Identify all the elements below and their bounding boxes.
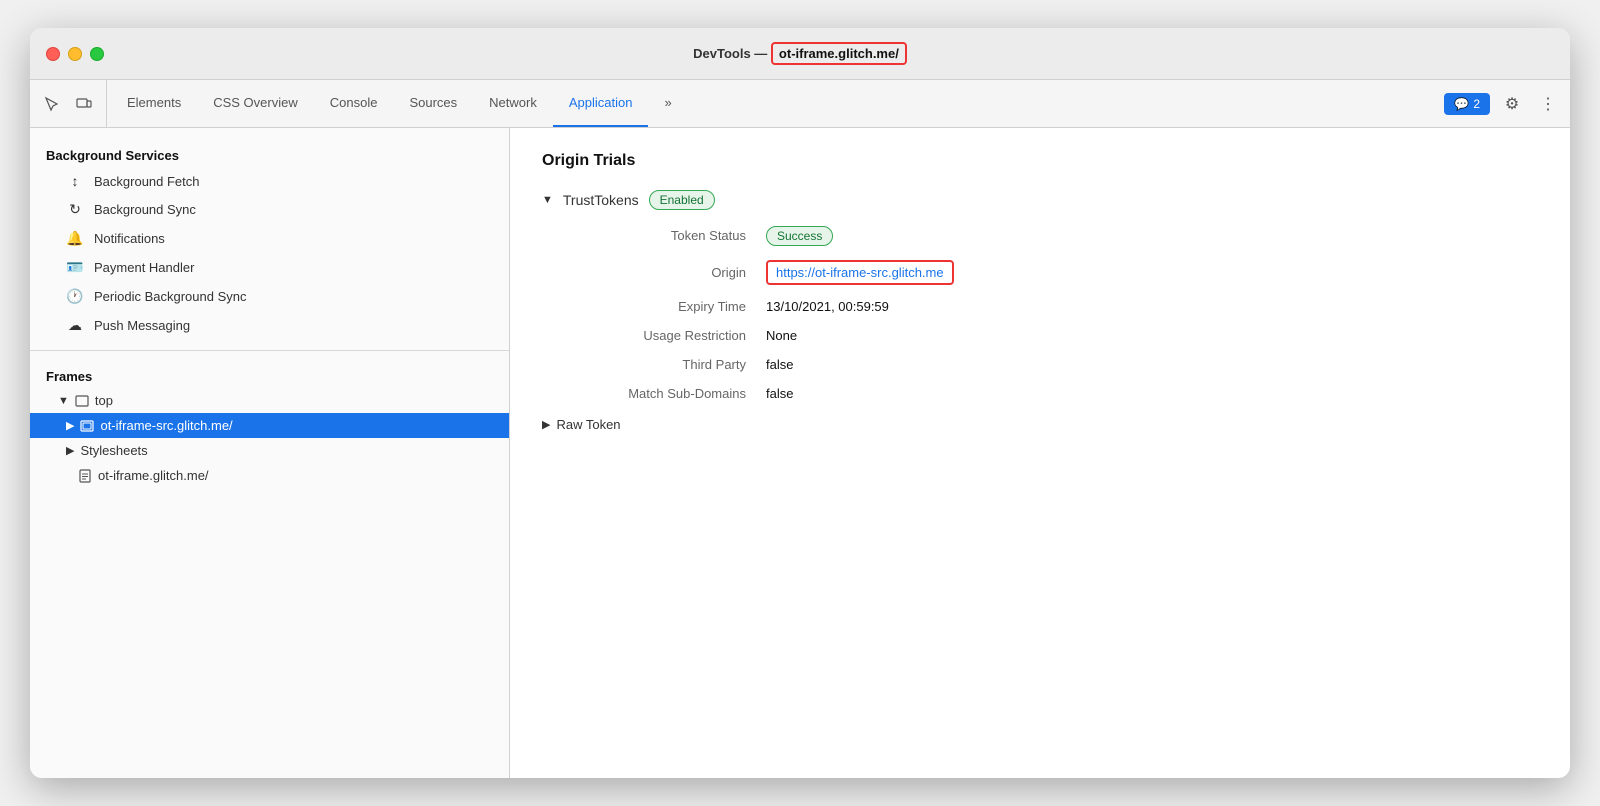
sidebar-item-bg-sync[interactable]: ↻ Background Sync — [30, 195, 509, 224]
frame-icon — [75, 394, 89, 408]
file-icon — [78, 469, 92, 483]
label-usage: Usage Restriction — [566, 328, 766, 343]
payment-handler-icon: 🪪 — [66, 259, 84, 276]
tab-application[interactable]: Application — [553, 80, 649, 127]
arrow-right-icon-2: ▶ — [66, 444, 74, 457]
frames-top[interactable]: ▼ top — [30, 388, 509, 413]
title-bar: DevTools — ot-iframe.glitch.me/ — [30, 28, 1570, 80]
tab-elements[interactable]: Elements — [111, 80, 197, 127]
value-expiry: 13/10/2021, 00:59:59 — [766, 299, 889, 314]
inspect-icon[interactable] — [38, 90, 66, 118]
sidebar-item-periodic-bg-sync[interactable]: 🕐 Periodic Background Sync — [30, 282, 509, 311]
detail-row-subdomains: Match Sub-Domains false — [566, 386, 1538, 401]
value-third-party: false — [766, 357, 793, 372]
detail-row-usage: Usage Restriction None — [566, 328, 1538, 343]
frames-item-stylesheets[interactable]: ▶ Stylesheets — [30, 438, 509, 463]
label-expiry: Expiry Time — [566, 299, 766, 314]
title-url: ot-iframe.glitch.me/ — [771, 42, 907, 65]
toolbar: Elements CSS Overview Console Sources Ne… — [30, 80, 1570, 128]
value-usage: None — [766, 328, 797, 343]
notifications-icon: 🔔 — [66, 230, 84, 247]
chat-button[interactable]: 💬 2 — [1444, 93, 1490, 115]
raw-token-label: Raw Token — [556, 417, 620, 432]
close-button[interactable] — [46, 47, 60, 61]
sidebar-item-bg-fetch[interactable]: ↕ Background Fetch — [30, 167, 509, 195]
iframe-icon — [80, 419, 94, 433]
sidebar-item-notifications[interactable]: 🔔 Notifications — [30, 224, 509, 253]
trial-section: ▼ TrustTokens Enabled Token Status Succe… — [542, 190, 1538, 432]
trial-name: TrustTokens — [563, 192, 639, 208]
trial-status-badge: Enabled — [649, 190, 715, 210]
arrow-down-icon: ▼ — [58, 395, 69, 407]
toolbar-icon-group — [38, 80, 107, 127]
frames-item-iframe-src[interactable]: ▶ ot-iframe-src.glitch.me/ — [30, 413, 509, 438]
value-subdomains: false — [766, 386, 793, 401]
bg-fetch-icon: ↕ — [66, 173, 84, 189]
minimize-button[interactable] — [68, 47, 82, 61]
trial-header: ▼ TrustTokens Enabled — [542, 190, 1538, 210]
raw-token-expand-icon: ▶ — [542, 418, 550, 431]
detail-row-expiry: Expiry Time 13/10/2021, 00:59:59 — [566, 299, 1538, 314]
trial-expand-icon[interactable]: ▼ — [542, 194, 553, 206]
content-panel: Origin Trials ▼ TrustTokens Enabled Toke… — [510, 128, 1570, 778]
arrow-right-icon: ▶ — [66, 419, 74, 432]
raw-token-row[interactable]: ▶ Raw Token — [542, 417, 1538, 432]
toolbar-right: 💬 2 ⚙ ⋮ — [1444, 80, 1562, 127]
frames-item-iframe-glitch[interactable]: ot-iframe.glitch.me/ — [30, 463, 509, 488]
sidebar-divider — [30, 350, 509, 351]
main-area: Background Services ↕ Background Fetch ↻… — [30, 128, 1570, 778]
maximize-button[interactable] — [90, 47, 104, 61]
tab-more[interactable]: » — [648, 80, 687, 127]
detail-row-origin: Origin https://ot-iframe-src.glitch.me — [566, 260, 1538, 285]
sidebar: Background Services ↕ Background Fetch ↻… — [30, 128, 510, 778]
more-icon[interactable]: ⋮ — [1534, 90, 1562, 118]
push-messaging-icon: ☁ — [66, 317, 84, 334]
title-bar-text: DevTools — ot-iframe.glitch.me/ — [693, 46, 907, 61]
bg-sync-icon: ↻ — [66, 201, 84, 218]
nav-tabs: Elements CSS Overview Console Sources Ne… — [111, 80, 688, 127]
detail-row-third-party: Third Party false — [566, 357, 1538, 372]
devtools-window: DevTools — ot-iframe.glitch.me/ Elements — [30, 28, 1570, 778]
tab-sources[interactable]: Sources — [393, 80, 473, 127]
detail-row-token-status: Token Status Success — [566, 226, 1538, 246]
frames-title: Frames — [30, 361, 509, 388]
settings-icon[interactable]: ⚙ — [1498, 90, 1526, 118]
value-token-status: Success — [766, 226, 833, 246]
tab-css-overview[interactable]: CSS Overview — [197, 80, 314, 127]
label-origin: Origin — [566, 265, 766, 280]
device-toggle-icon[interactable] — [70, 90, 98, 118]
tab-console[interactable]: Console — [314, 80, 394, 127]
label-third-party: Third Party — [566, 357, 766, 372]
label-subdomains: Match Sub-Domains — [566, 386, 766, 401]
detail-table: Token Status Success Origin https://ot-i… — [566, 226, 1538, 401]
label-token-status: Token Status — [566, 228, 766, 243]
traffic-lights — [46, 47, 104, 61]
sidebar-item-payment-handler[interactable]: 🪪 Payment Handler — [30, 253, 509, 282]
title-prefix: DevTools — — [693, 46, 771, 61]
periodic-bg-sync-icon: 🕐 — [66, 288, 84, 305]
sidebar-item-push-messaging[interactable]: ☁ Push Messaging — [30, 311, 509, 340]
value-origin: https://ot-iframe-src.glitch.me — [766, 260, 954, 285]
tab-network[interactable]: Network — [473, 80, 553, 127]
page-title: Origin Trials — [542, 152, 1538, 170]
bg-services-title: Background Services — [30, 140, 509, 167]
